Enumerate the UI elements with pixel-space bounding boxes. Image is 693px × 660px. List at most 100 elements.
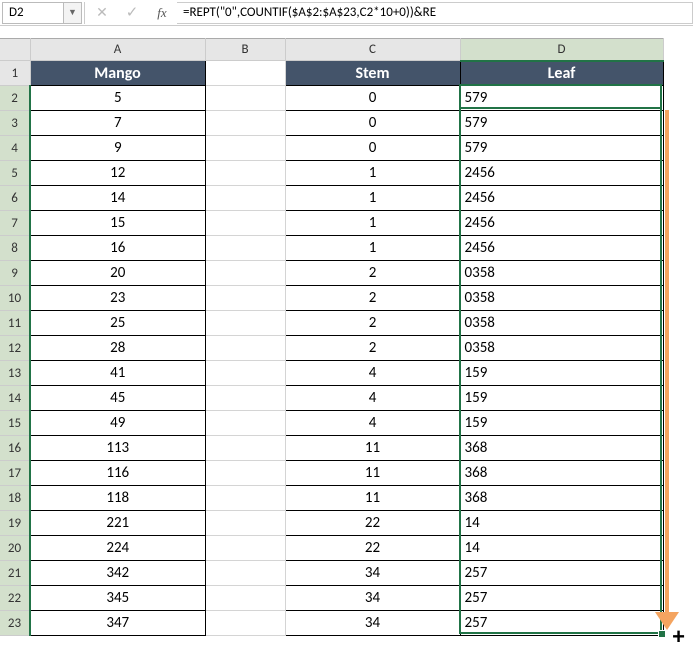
cell[interactable]: 4 [285,411,460,436]
cell[interactable]: 342 [30,561,205,586]
row-header[interactable]: 3 [0,111,30,136]
cell[interactable]: 1 [285,161,460,186]
cell[interactable] [205,511,285,536]
cell[interactable]: 0 [285,111,460,136]
cell[interactable]: 345 [30,586,205,611]
column-header-D[interactable]: D [460,39,663,61]
cell[interactable]: 0 [285,136,460,161]
cell[interactable]: 0 [285,86,460,111]
cell[interactable]: 2456 [460,236,663,261]
cell[interactable]: 221 [30,511,205,536]
cell[interactable]: 257 [460,561,663,586]
cell[interactable] [205,586,285,611]
cell[interactable]: 5 [30,86,205,111]
name-box-dropdown[interactable]: ▼ [64,2,82,24]
cell[interactable] [205,311,285,336]
cell[interactable]: 118 [30,486,205,511]
cell[interactable]: 22 [285,511,460,536]
cell[interactable]: 347 [30,611,205,636]
cell[interactable]: 2456 [460,161,663,186]
row-header[interactable]: 5 [0,161,30,186]
cell[interactable]: 257 [460,611,663,636]
cell[interactable] [205,86,285,111]
cell[interactable]: 20 [30,261,205,286]
cell[interactable]: 14 [460,536,663,561]
cell[interactable]: 0358 [460,336,663,361]
formula-input[interactable]: =REPT("0",COUNTIF($A$2:$A$23,C2*10+0))&R… [177,2,693,24]
cell[interactable]: 0358 [460,286,663,311]
row-header[interactable]: 9 [0,261,30,286]
cell[interactable]: 2 [285,336,460,361]
cell[interactable]: 224 [30,536,205,561]
cell[interactable]: 4 [285,361,460,386]
row-header[interactable]: 23 [0,611,30,636]
cell[interactable] [205,336,285,361]
cell[interactable]: 159 [460,386,663,411]
cell[interactable] [205,136,285,161]
cell[interactable]: 1 [285,211,460,236]
cell[interactable]: 9 [30,136,205,161]
cell[interactable]: 16 [30,236,205,261]
spreadsheet-grid[interactable]: ABCD1MangoStemLeaf2505793705794905795121… [0,38,664,636]
fill-handle[interactable] [658,630,666,638]
row-header[interactable]: 13 [0,361,30,386]
cell[interactable]: 7 [30,111,205,136]
cell[interactable]: Stem [285,61,460,86]
row-header[interactable]: 21 [0,561,30,586]
column-header-B[interactable]: B [205,39,285,61]
cell[interactable] [205,261,285,286]
cell[interactable]: 45 [30,386,205,411]
row-header[interactable]: 14 [0,386,30,411]
cell[interactable]: 113 [30,436,205,461]
cell[interactable] [205,486,285,511]
row-header[interactable]: 7 [0,211,30,236]
cell[interactable] [205,361,285,386]
fx-icon[interactable]: fx [149,2,175,24]
name-box[interactable]: D2 [2,2,64,24]
row-header[interactable]: 10 [0,286,30,311]
cell[interactable]: 11 [285,486,460,511]
cell[interactable] [205,236,285,261]
cell[interactable]: 34 [285,561,460,586]
cell[interactable]: 22 [285,536,460,561]
cell[interactable]: 368 [460,436,663,461]
row-header[interactable]: 6 [0,186,30,211]
cell[interactable]: Leaf [460,61,663,86]
cell[interactable] [205,186,285,211]
cancel-icon[interactable]: ✕ [89,2,115,24]
row-header[interactable]: 19 [0,511,30,536]
cell[interactable]: 159 [460,411,663,436]
cell[interactable]: 2456 [460,211,663,236]
cell[interactable]: 1 [285,186,460,211]
row-header[interactable]: 15 [0,411,30,436]
cell[interactable] [205,111,285,136]
cell[interactable] [205,386,285,411]
cell[interactable] [205,561,285,586]
cell[interactable]: 11 [285,436,460,461]
cell[interactable]: 1 [285,236,460,261]
cell[interactable] [205,411,285,436]
cell[interactable]: 25 [30,311,205,336]
row-header[interactable]: 22 [0,586,30,611]
cell[interactable]: 2 [285,261,460,286]
cell[interactable]: 49 [30,411,205,436]
cell[interactable] [205,161,285,186]
cell[interactable]: 15 [30,211,205,236]
cell[interactable]: 368 [460,461,663,486]
cell[interactable] [205,461,285,486]
column-header-C[interactable]: C [285,39,460,61]
row-header[interactable]: 17 [0,461,30,486]
column-header-A[interactable]: A [30,39,205,61]
cell[interactable] [205,536,285,561]
cell[interactable] [205,436,285,461]
cell[interactable]: 41 [30,361,205,386]
cell[interactable]: 257 [460,586,663,611]
cell[interactable]: 116 [30,461,205,486]
row-header[interactable]: 12 [0,336,30,361]
cell[interactable]: 0358 [460,311,663,336]
cell[interactable]: Mango [30,61,205,86]
select-all-corner[interactable] [0,39,30,61]
cell[interactable]: 2 [285,311,460,336]
row-header[interactable]: 11 [0,311,30,336]
cell[interactable]: 12 [30,161,205,186]
